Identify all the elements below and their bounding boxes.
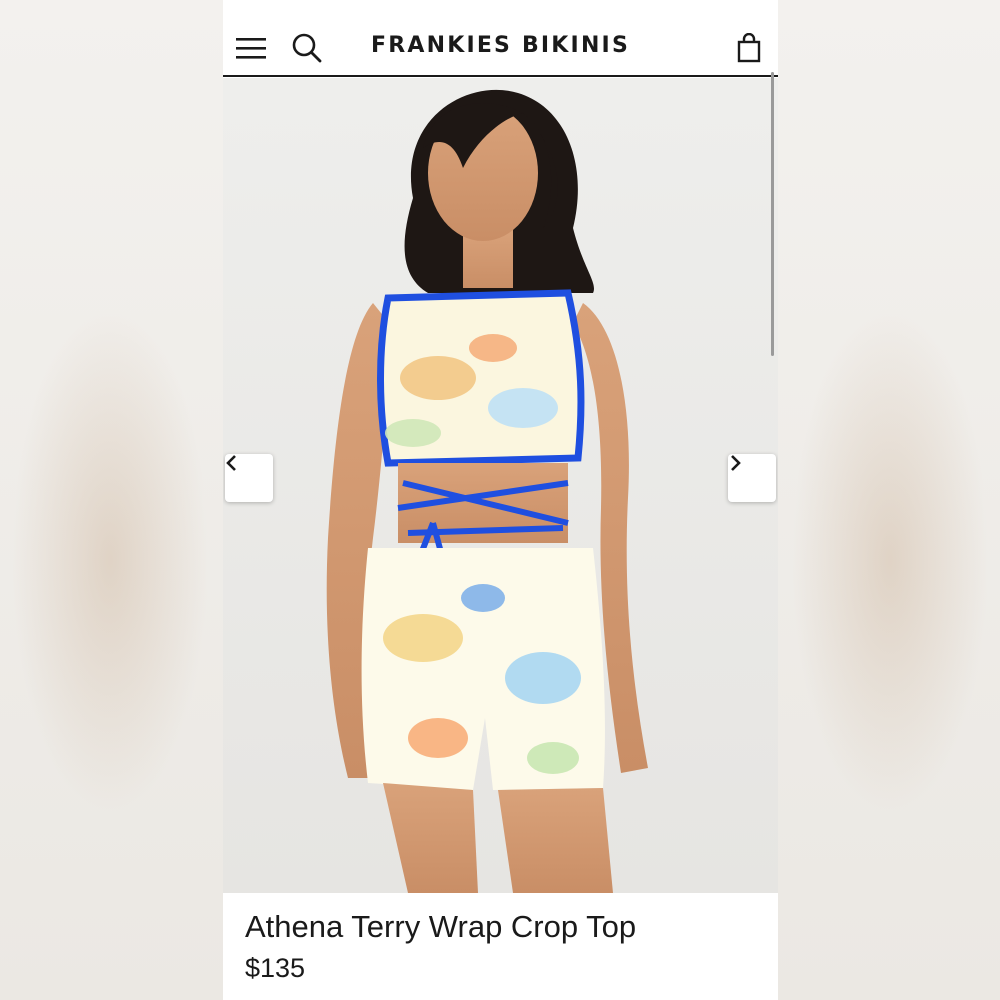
brand-logo[interactable]: FRANKIES BIKINIS xyxy=(353,33,648,58)
menu-button[interactable] xyxy=(233,30,269,66)
shopping-bag-icon xyxy=(737,33,761,63)
search-icon xyxy=(292,33,322,63)
chevron-right-icon xyxy=(731,455,741,471)
product-info: Athena Terry Wrap Crop Top $135 xyxy=(223,893,778,1000)
chevron-left-icon xyxy=(226,455,236,471)
product-image-gallery[interactable] xyxy=(223,78,778,893)
previous-image-button[interactable] xyxy=(225,454,273,502)
search-button[interactable] xyxy=(289,30,325,66)
menu-icon xyxy=(236,38,266,59)
site-header: FRANKIES BIKINIS xyxy=(223,0,778,77)
scrollbar[interactable] xyxy=(771,72,774,356)
product-photo xyxy=(326,89,648,893)
product-price: $135 xyxy=(245,953,306,983)
mobile-screen: FRANKIES BIKINIS Athena Terry Wrap Crop … xyxy=(223,0,778,1000)
next-image-button[interactable] xyxy=(728,454,776,502)
product-title: Athena Terry Wrap Crop Top xyxy=(245,909,637,944)
cart-button[interactable] xyxy=(731,30,767,66)
